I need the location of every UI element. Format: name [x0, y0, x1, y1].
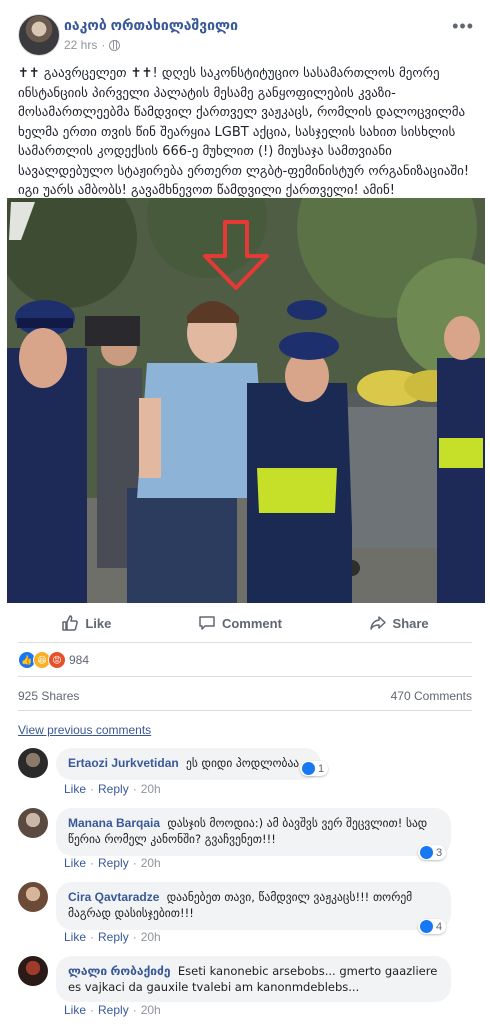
like-reaction-icon [302, 762, 315, 775]
comment-reply-link[interactable]: Reply [98, 782, 129, 796]
commenter-name[interactable]: Cira Qavtaradze [68, 890, 159, 904]
comment-like-count[interactable]: 3 [418, 845, 447, 860]
comment-reply-link[interactable]: Reply [98, 930, 129, 944]
comment-icon [199, 616, 215, 630]
commenter-avatar[interactable] [18, 956, 48, 986]
comment-time[interactable]: 20h [141, 856, 161, 870]
comment-reply-link[interactable]: Reply [98, 1003, 129, 1017]
comment-bubble: Manana Barqaia დასჯის მოოდია:) ამ ბავშვს… [56, 808, 451, 856]
photo-illustration [7, 198, 485, 603]
comment-like-link[interactable]: Like [64, 930, 86, 944]
comment-item: Manana Barqaia დასჯის მოოდია:) ამ ბავშვს… [18, 808, 472, 874]
comment-time[interactable]: 20h [141, 1003, 161, 1017]
facebook-post-card: იაკობ ორთახილაშვილი 22 hrs · ••• ✝✝ გაავ… [0, 0, 490, 1024]
more-options-icon[interactable]: ••• [452, 16, 474, 37]
like-reaction-icon [420, 846, 433, 859]
post-meta: 22 hrs · [64, 38, 121, 52]
like-label: Like [85, 615, 112, 631]
reactions-summary[interactable]: 👍 😆 😡 984 [18, 651, 89, 669]
reaction-count: 984 [69, 653, 90, 667]
divider [18, 676, 472, 677]
comment-like-link[interactable]: Like [64, 782, 86, 796]
comment-time[interactable]: 20h [141, 782, 161, 796]
comment-item: ლალი რობაქიძე Eseti kanonebic arsebobs..… [18, 956, 472, 1022]
post-text: ✝✝ გაავრცელეთ ✝✝! დღეს საკონსტიტუციო სას… [18, 66, 470, 198]
comment-bubble: Ertaozi Jurkvetidan ეს დიდი პოდლობაა [56, 748, 321, 780]
comment-bubble: ლალი რობაქიძე Eseti kanonebic arsebobs..… [56, 956, 451, 1002]
globe-icon[interactable] [109, 39, 121, 51]
comment-reply-link[interactable]: Reply [98, 856, 129, 870]
like-reaction-icon [420, 920, 433, 933]
comment-item: Ertaozi Jurkvetidan ეს დიდი პოდლობაა 1 L… [18, 748, 472, 798]
author-name[interactable]: იაკობ ორთახილაშვილი [64, 17, 238, 34]
post-time[interactable]: 22 hrs [64, 38, 97, 52]
comments-count[interactable]: 470 Comments [391, 689, 472, 703]
divider [18, 710, 472, 711]
share-icon [369, 616, 386, 630]
share-button[interactable]: Share [369, 614, 429, 632]
comment-actions: Like · Reply · 20h [64, 856, 161, 870]
comment-text: ეს დიდი პოდლობაა [186, 756, 300, 770]
comment-like-link[interactable]: Like [64, 856, 86, 870]
shares-count[interactable]: 925 Shares [18, 689, 79, 703]
post-photo[interactable] [7, 198, 485, 603]
view-previous-comments-link[interactable]: View previous comments [18, 723, 151, 737]
commenter-avatar[interactable] [18, 748, 48, 778]
post-action-bar: Like Comment Share [18, 604, 472, 643]
comment-bubble: Cira Qavtaradze დაანებეთ თავი, წამდვილ ვ… [56, 882, 451, 930]
commenter-name[interactable]: Manana Barqaia [68, 816, 160, 830]
comment-label: Comment [221, 615, 282, 631]
author-avatar[interactable] [18, 14, 60, 56]
commenter-name[interactable]: Ertaozi Jurkvetidan [68, 756, 179, 770]
commenter-avatar[interactable] [18, 808, 48, 838]
comment-actions: Like · Reply · 20h [64, 1003, 161, 1017]
comment-actions: Like · Reply · 20h [64, 930, 161, 944]
reaction-icons: 👍 😆 😡 [18, 651, 66, 669]
comment-like-count[interactable]: 1 [300, 761, 329, 776]
like-button[interactable]: Like [61, 614, 111, 632]
commenter-avatar[interactable] [18, 882, 48, 912]
comment-time[interactable]: 20h [141, 930, 161, 944]
angry-reaction-icon: 😡 [48, 651, 66, 669]
comment-item: Cira Qavtaradze დაანებეთ თავი, წამდვილ ვ… [18, 882, 472, 948]
comment-like-count[interactable]: 4 [418, 919, 447, 934]
comment-actions: Like · Reply · 20h [64, 782, 161, 796]
commenter-name[interactable]: ლალი რობაქიძე [68, 964, 171, 978]
thumbs-up-icon [62, 615, 79, 631]
comment-button[interactable]: Comment [198, 614, 282, 632]
comment-like-link[interactable]: Like [64, 1003, 86, 1017]
post-header: იაკობ ორთახილაშვილი 22 hrs · ••• [18, 14, 478, 58]
share-label: Share [392, 615, 429, 631]
